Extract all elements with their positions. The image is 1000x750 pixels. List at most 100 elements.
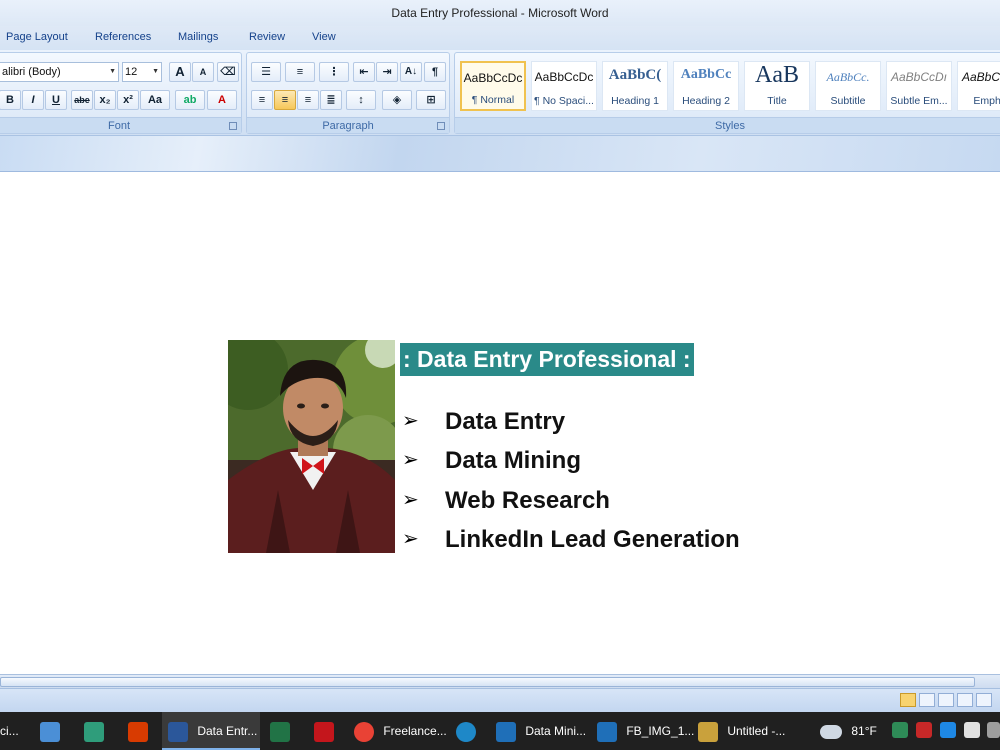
taskbar-item[interactable] xyxy=(128,712,156,750)
ribbon: alibri (Body) ▼ 12 ▼ A A ⌫ B I U abe x₂ … xyxy=(0,50,1000,136)
taskbar-item-label: Data Mini... xyxy=(525,724,587,738)
dialog-launcher-icon[interactable] xyxy=(229,122,237,130)
paragraph-group: ☰ ≡ ⋮ ⇤ ⇥ A↓ ¶ ≡ ≡ ≡ ≣ ↕ ◈ ⊞ Paragraph xyxy=(246,52,450,134)
font-name-combo[interactable]: alibri (Body) ▼ xyxy=(0,62,119,82)
app-tray-icon[interactable] xyxy=(987,722,1000,738)
taskbar-item-photos[interactable]: Data Mini... xyxy=(496,712,588,750)
weather-widget[interactable]: 81°F xyxy=(820,712,880,750)
tab-references[interactable]: References xyxy=(95,31,151,43)
bullets-button[interactable]: ☰ xyxy=(251,62,281,82)
excel-icon xyxy=(270,721,290,742)
arrow-bullet-icon: ➢ xyxy=(402,410,419,432)
line-spacing-button[interactable]: ↕ xyxy=(346,90,376,110)
align-left-button[interactable]: ≡ xyxy=(251,90,273,110)
style-normal[interactable]: AaBbCcDc ¶ Normal xyxy=(460,61,526,111)
justify-button[interactable]: ≣ xyxy=(320,90,342,110)
clear-formatting-button[interactable]: ⌫ xyxy=(217,62,239,82)
profile-photo[interactable] xyxy=(228,340,395,553)
style-subtitle[interactable]: AaBbCc. Subtitle xyxy=(815,61,881,111)
download-icon xyxy=(84,721,104,742)
shield-icon[interactable] xyxy=(964,722,980,738)
style-name: Subtitle xyxy=(830,95,866,107)
align-center-button[interactable]: ≡ xyxy=(274,90,296,110)
decrease-indent-icon: ⇤ xyxy=(359,66,369,78)
taskbar-item-photos[interactable]: FB_IMG_1... xyxy=(597,712,694,750)
tab-review[interactable]: Review xyxy=(249,31,285,43)
web-layout-icon[interactable] xyxy=(938,693,954,707)
taskbar-item[interactable] xyxy=(270,712,298,750)
tab-view[interactable]: View xyxy=(312,31,336,43)
taskbar: ci... Data Entr... Freelance... Data Min… xyxy=(0,712,1000,750)
taskbar-item-paint[interactable]: Untitled -... xyxy=(698,712,790,750)
style-heading-1[interactable]: AaBbC( Heading 1 xyxy=(602,61,668,111)
taskbar-item[interactable] xyxy=(456,712,484,750)
numbering-button[interactable]: ≡ xyxy=(285,62,315,82)
multilevel-list-button[interactable]: ⋮ xyxy=(319,62,349,82)
laptop-icon xyxy=(40,721,60,742)
grow-font-button[interactable]: A xyxy=(169,62,191,82)
line-spacing-icon: ↕ xyxy=(358,94,364,106)
tab-page-layout[interactable]: Page Layout xyxy=(6,31,68,43)
ribbon-tabs: Page Layout References Mailings Review V… xyxy=(0,26,1000,50)
taskbar-item-word[interactable]: Data Entr... xyxy=(162,712,260,750)
list-item-text: Data Mining xyxy=(445,447,581,474)
numbered-list-icon: ≡ xyxy=(296,66,304,78)
tab-mailings[interactable]: Mailings xyxy=(178,31,218,43)
title-bar: Data Entry Professional - Microsoft Word xyxy=(0,0,1000,26)
drive-icon[interactable] xyxy=(892,722,908,738)
style-name: Title xyxy=(767,95,787,107)
style-preview: AaBbCcDı xyxy=(961,70,1000,84)
subscript-button[interactable]: x₂ xyxy=(94,90,116,110)
change-case-button[interactable]: Aa xyxy=(140,90,170,110)
show-formatting-button[interactable]: ¶ xyxy=(424,62,446,82)
font-size-combo[interactable]: 12 ▼ xyxy=(122,62,162,82)
style-subtle-emphasis[interactable]: AaBbCcDı Subtle Em... xyxy=(886,61,952,111)
style-no-spacing[interactable]: AaBbCcDc ¶ No Spaci... xyxy=(531,61,597,111)
paint-icon xyxy=(698,721,718,742)
app-tray-icon[interactable] xyxy=(916,722,932,738)
borders-button[interactable]: ⊞ xyxy=(416,90,446,110)
font-group: alibri (Body) ▼ 12 ▼ A A ⌫ B I U abe x₂ … xyxy=(0,52,242,134)
outline-view-icon[interactable] xyxy=(957,693,973,707)
taskbar-item-chrome[interactable]: Freelance... xyxy=(354,712,447,750)
scrollbar-thumb[interactable] xyxy=(0,677,975,687)
print-layout-view-icon[interactable] xyxy=(900,693,916,707)
style-emphasis[interactable]: AaBbCcDı Empha xyxy=(957,61,1000,111)
font-color-icon: A xyxy=(218,94,226,106)
taskbar-item[interactable] xyxy=(314,712,342,750)
font-color-button[interactable]: A xyxy=(207,90,237,110)
style-preview: AaBbCcDc xyxy=(534,70,594,84)
style-preview: AaBbC( xyxy=(608,67,662,83)
italic-icon: I xyxy=(31,94,35,106)
italic-button[interactable]: I xyxy=(22,90,44,110)
dialog-launcher-icon[interactable] xyxy=(437,122,445,130)
superscript-button[interactable]: x² xyxy=(117,90,139,110)
taskbar-item[interactable] xyxy=(40,712,68,750)
sort-button[interactable]: A↓ xyxy=(400,62,422,82)
strikethrough-button[interactable]: abe xyxy=(71,90,93,110)
style-title[interactable]: AaB Title xyxy=(744,61,810,111)
decrease-indent-button[interactable]: ⇤ xyxy=(353,62,375,82)
style-name: ¶ Normal xyxy=(471,94,515,106)
document-heading[interactable]: : Data Entry Professional : xyxy=(400,343,694,376)
bold-button[interactable]: B xyxy=(0,90,21,110)
list-item-text: Data Entry xyxy=(445,408,566,435)
shading-button[interactable]: ◈ xyxy=(382,90,412,110)
shrink-font-button[interactable]: A xyxy=(192,62,214,82)
grow-font-icon: A xyxy=(175,64,185,79)
taskbar-item[interactable]: ci... xyxy=(0,712,34,750)
draft-view-icon[interactable] xyxy=(976,693,992,707)
chrome-icon xyxy=(354,721,374,742)
full-screen-reading-icon[interactable] xyxy=(919,693,935,707)
taskbar-item[interactable] xyxy=(84,712,112,750)
horizontal-scrollbar[interactable] xyxy=(0,674,1000,688)
underline-button[interactable]: U xyxy=(45,90,67,110)
increase-indent-button[interactable]: ⇥ xyxy=(376,62,398,82)
ruler-band xyxy=(0,136,1000,172)
align-right-button[interactable]: ≡ xyxy=(297,90,319,110)
app-tray-icon[interactable] xyxy=(940,722,956,738)
highlight-button[interactable]: ab xyxy=(175,90,205,110)
arrow-bullet-icon: ➢ xyxy=(402,528,419,550)
style-heading-2[interactable]: AaBbCc Heading 2 xyxy=(673,61,739,111)
style-name: ¶ No Spaci... xyxy=(534,95,594,107)
